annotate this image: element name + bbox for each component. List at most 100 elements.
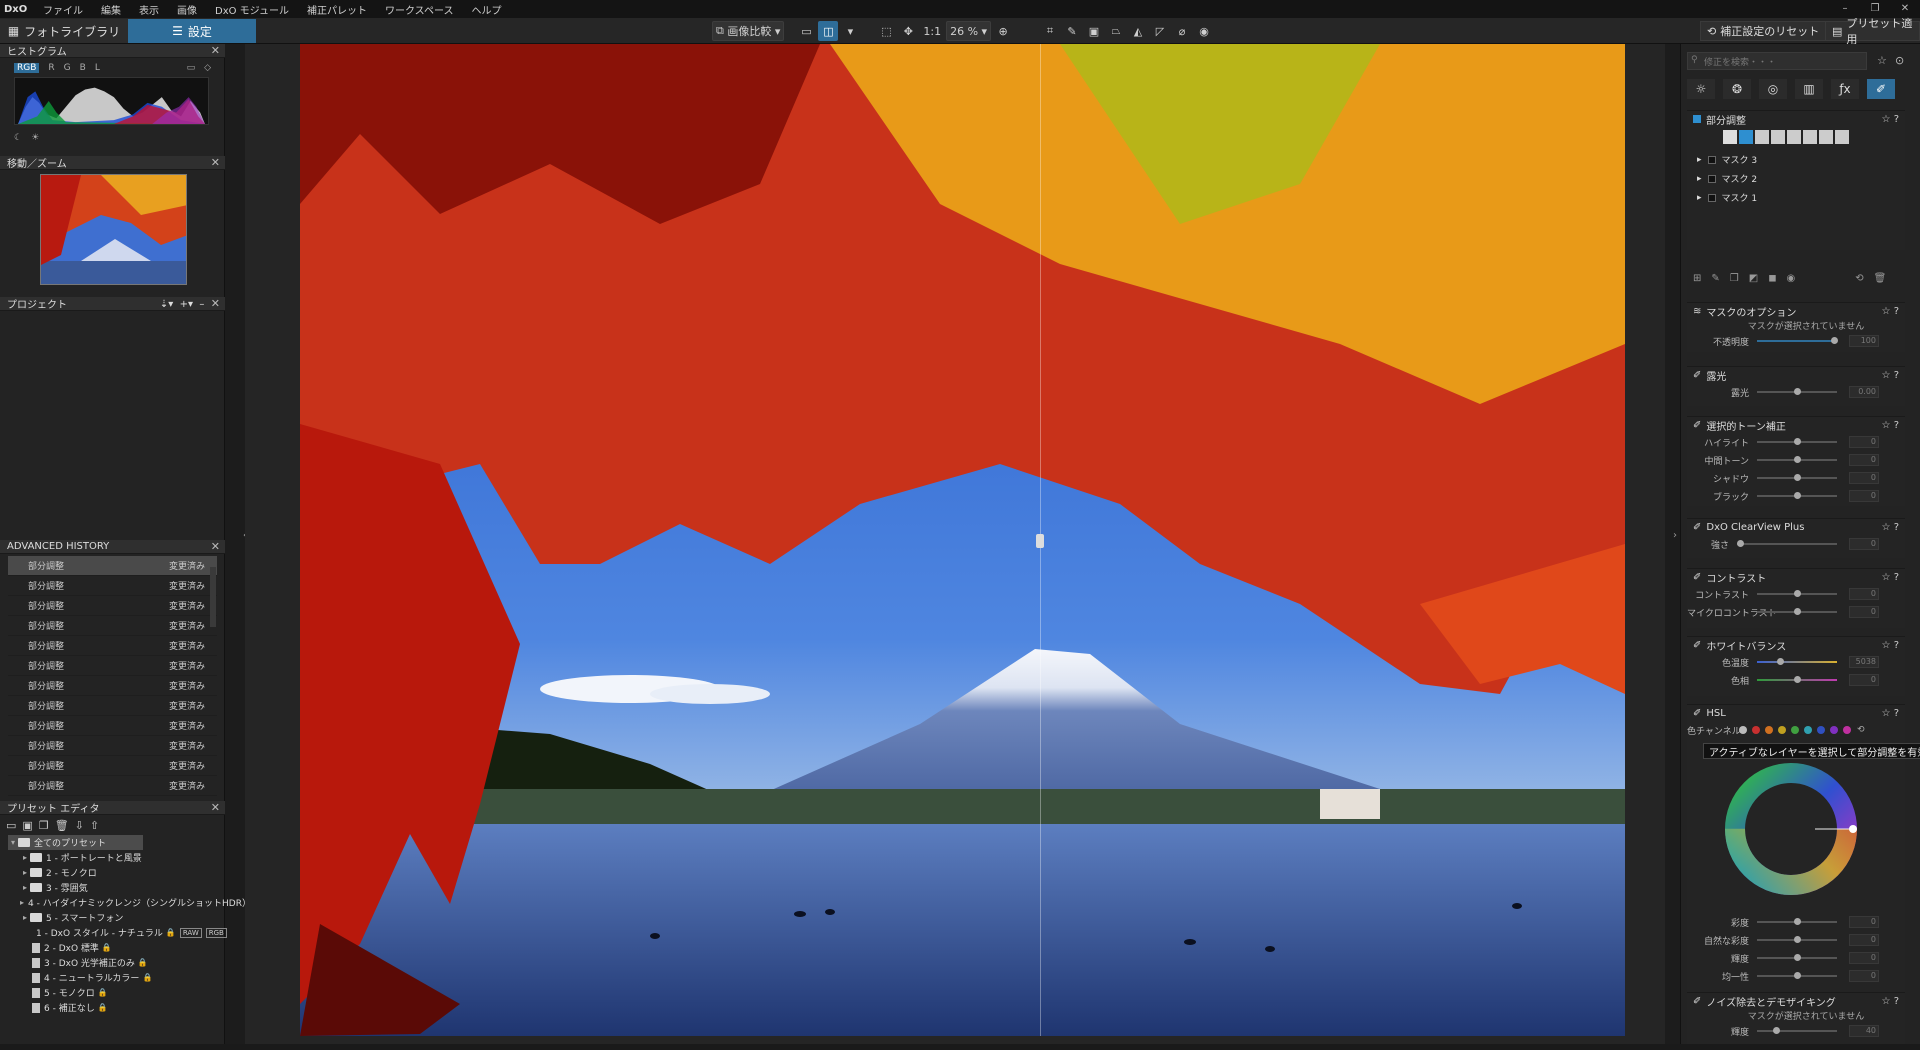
mask-item[interactable]: ▸ マスク 2 <box>1687 169 1905 188</box>
new-preset-icon[interactable]: ▭ <box>6 819 16 832</box>
detail-tab[interactable]: ◎ <box>1759 79 1787 99</box>
opacity-slider[interactable] <box>1757 337 1838 344</box>
mask-item[interactable]: ▸ マスク 3 <box>1687 150 1905 169</box>
exposure-value[interactable]: 0.00 <box>1849 386 1879 398</box>
clearview-value[interactable]: 0 <box>1849 538 1879 550</box>
noise-luminance-value[interactable]: 40 <box>1849 1025 1879 1037</box>
preset-folder[interactable]: ▸ 5 - スマートフォン <box>8 910 225 925</box>
expand-icon[interactable]: ▸ <box>20 913 30 922</box>
perspective-tool[interactable]: ⏢ <box>1106 21 1126 41</box>
channel-g[interactable]: G <box>64 63 71 73</box>
import-icon[interactable]: ⇩ <box>75 819 84 832</box>
history-row[interactable]: 部分調整 変更済み <box>8 736 217 756</box>
channel-blue-dot[interactable] <box>1817 726 1825 734</box>
channel-purple-dot[interactable] <box>1830 726 1838 734</box>
channel-yellow-dot[interactable] <box>1778 726 1786 734</box>
zoom-level-select[interactable]: 26 % ▾ <box>946 21 992 41</box>
repair-tool[interactable]: ⌀ <box>1172 21 1192 41</box>
mask-checkbox[interactable] <box>1707 155 1716 164</box>
preset-item[interactable]: 4 - ニュートラルカラー 🔒 <box>8 970 225 985</box>
preset-item[interactable]: 3 - DxO 光学補正のみ 🔒 <box>8 955 225 970</box>
history-row[interactable]: 部分調整 変更済み <box>8 656 217 676</box>
eyedropper-tool[interactable]: ✎ <box>1062 21 1082 41</box>
duplicate-icon[interactable]: ❐ <box>39 819 49 832</box>
mask-item[interactable]: ▸ マスク 1 <box>1687 188 1905 207</box>
temperature-knob[interactable] <box>1777 658 1784 665</box>
channel-magenta-dot[interactable] <box>1843 726 1851 734</box>
contrast-knob[interactable] <box>1794 590 1801 597</box>
history-row[interactable]: 部分調整 変更済み <box>8 596 217 616</box>
history-row[interactable]: 部分調整 変更済み <box>8 556 217 576</box>
expand-icon[interactable]: ▸ <box>20 853 30 862</box>
menu-help[interactable]: ヘルプ <box>462 2 510 17</box>
tone-knob[interactable] <box>1794 456 1801 463</box>
expand-icon[interactable]: ▸ <box>20 883 30 892</box>
split-view-button[interactable]: ◫ <box>818 21 839 41</box>
mask-tool-pen[interactable] <box>1835 130 1849 144</box>
temperature-slider[interactable] <box>1757 658 1837 665</box>
microcontrast-knob[interactable] <box>1794 608 1801 615</box>
palette-star-icon[interactable]: ☆ ? <box>1882 370 1905 381</box>
microcontrast-value[interactable]: 0 <box>1849 606 1879 618</box>
preset-item[interactable]: 2 - DxO 標準 🔒 <box>8 940 225 955</box>
fill-mask-icon[interactable]: ◼ <box>1768 273 1776 284</box>
clearview-slider[interactable] <box>1737 540 1837 547</box>
menu-palettes[interactable]: 補正パレット <box>298 2 376 17</box>
tint-knob[interactable] <box>1794 676 1801 683</box>
noise-luminance-slider[interactable] <box>1757 1027 1837 1034</box>
vibrancy-knob[interactable] <box>1794 936 1801 943</box>
remove-icon[interactable]: – <box>199 299 204 310</box>
geometry-tab[interactable]: ▥ <box>1795 79 1823 99</box>
microcontrast-slider[interactable] <box>1757 608 1837 615</box>
preset-item[interactable]: 6 - 補正なし 🔒 <box>8 1000 225 1015</box>
expand-icon[interactable]: ▸ <box>1697 193 1702 203</box>
light-tab[interactable]: ☼ <box>1687 79 1715 99</box>
favorite-icon[interactable]: ☆ <box>1877 54 1887 67</box>
local-adjustments-header[interactable]: 部分調整 ☆ ? <box>1687 111 1905 127</box>
zoom-100-button[interactable]: 1:1 <box>920 21 944 41</box>
close-icon[interactable]: ✕ <box>211 801 220 814</box>
invert-mask-icon[interactable]: ◩ <box>1749 273 1758 284</box>
luminance-knob[interactable] <box>1794 954 1801 961</box>
palette-star-icon[interactable]: ☆ ? <box>1882 708 1905 719</box>
expand-icon[interactable]: ▸ <box>1697 155 1702 165</box>
preset-folder[interactable]: ▸ 4 - ハイダイナミックレンジ（シングルショットHDR） <box>8 895 251 910</box>
mask-checkbox[interactable] <box>1707 174 1716 183</box>
volume-deformation-tool[interactable]: ◸ <box>1150 21 1170 41</box>
tone-value[interactable]: 0 <box>1849 472 1879 484</box>
collapse-icon[interactable]: ▾ <box>8 838 18 847</box>
white-balance-header[interactable]: ✐ ホワイトバランス ☆ ? <box>1687 637 1905 653</box>
palette-star-icon[interactable]: ☆ ? <box>1882 114 1905 125</box>
edit-mask-icon[interactable]: ✎ <box>1711 273 1719 284</box>
palette-star-icon[interactable]: ☆ ? <box>1882 522 1905 533</box>
channel-cyan-dot[interactable] <box>1804 726 1812 734</box>
mask-tool-luminosity[interactable] <box>1803 130 1817 144</box>
mask-tool-control-point[interactable] <box>1755 130 1769 144</box>
saturation-slider[interactable] <box>1757 918 1837 925</box>
mask-tool-eraser[interactable] <box>1787 130 1801 144</box>
preset-item[interactable]: 1 - DxO スタイル - ナチュラル 🔒 RAW RGB <box>8 925 227 940</box>
mask-tool-color[interactable] <box>1819 130 1833 144</box>
expand-icon[interactable]: ▸ <box>1697 174 1702 184</box>
delete-icon[interactable]: 🗑 <box>55 819 69 832</box>
channel-rgb[interactable]: RGB <box>14 63 40 73</box>
history-row[interactable]: 部分調整 変更済み <box>8 636 217 656</box>
tone-knob[interactable] <box>1794 474 1801 481</box>
mask-checkbox[interactable] <box>1707 193 1716 202</box>
tone-knob[interactable] <box>1794 438 1801 445</box>
close-icon[interactable]: ✕ <box>211 156 220 169</box>
show-mask-icon[interactable]: ◉ <box>1787 273 1796 284</box>
vibrancy-slider[interactable] <box>1757 936 1837 943</box>
hsl-header[interactable]: ✐ HSL ☆ ? <box>1687 705 1905 721</box>
noise-luminance-knob[interactable] <box>1773 1027 1780 1034</box>
mask-tool-gradient[interactable] <box>1771 130 1785 144</box>
monitor-icon[interactable]: ▭ <box>187 63 196 73</box>
preset-item[interactable]: 5 - モノクロ 🔒 <box>8 985 225 1000</box>
contrast-slider[interactable] <box>1757 590 1837 597</box>
perspective-points-tool[interactable]: ◭ <box>1128 21 1148 41</box>
correction-search-input[interactable]: 修正を検索・・・ <box>1687 52 1867 70</box>
move-button[interactable]: ✥ <box>898 21 918 41</box>
exposure-header[interactable]: ✐ 露光 ☆ ? <box>1687 367 1905 383</box>
single-view-button[interactable]: ▭ <box>796 21 816 41</box>
soft-proof-icon[interactable]: ◇ <box>204 63 211 73</box>
